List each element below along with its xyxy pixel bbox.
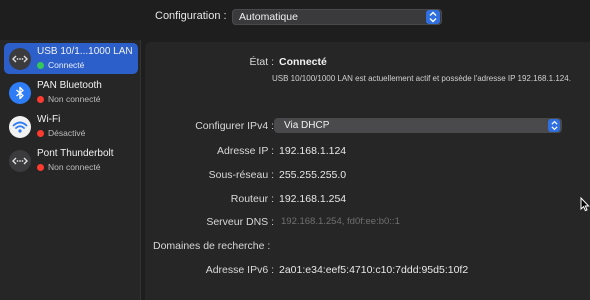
service-item-wifi[interactable]: Wi-Fi Désactivé [4,111,138,142]
subnet-mask-label: Sous-réseau : [208,169,274,181]
mouse-pointer-icon [580,197,590,212]
service-item-thunderbolt-bridge[interactable]: Pont Thunderbolt Non connecté [4,145,138,176]
configuration-value: Automatique [239,11,298,23]
service-status: Non connecté [37,162,100,172]
status-dot [37,96,44,103]
bluetooth-icon [9,82,31,104]
status-dot [37,164,44,171]
service-name: PAN Bluetooth [37,80,102,91]
status-dot [37,62,44,69]
network-service-list: USB 10/1...1000 LAN Connecté PAN Bluetoo… [0,40,141,300]
wifi-icon [9,116,31,138]
configuration-label: Configuration : [155,10,227,22]
ipv4-config-label: Configurer IPv4 : [195,120,274,132]
ethernet-icon [9,150,31,172]
service-name: Wi-Fi [37,114,61,125]
subnet-mask-value: 255.255.255.0 [279,169,347,181]
ip-address-value: 192.168.1.124 [279,145,347,157]
dns-server-label: Serveur DNS : [206,216,274,228]
configuration-select[interactable]: Automatique [232,9,442,25]
service-status: Non connecté [37,94,100,104]
ethernet-icon [9,48,31,70]
search-domains-label: Domaines de recherche : [153,240,271,252]
service-item-pan-bluetooth[interactable]: PAN Bluetooth Non connecté [4,77,138,108]
status-dot [37,130,44,137]
service-status: Désactivé [37,128,85,138]
router-value: 192.168.1.254 [279,193,347,205]
etat-label: État : [249,56,274,68]
service-name: USB 10/1...1000 LAN [37,46,133,57]
etat-description: USB 10/100/1000 LAN est actuellement act… [272,74,571,83]
router-label: Routeur : [230,193,274,205]
service-status: Connecté [37,60,84,70]
ipv4-config-value: Via DHCP [284,120,330,131]
etat-value: Connecté [279,56,327,68]
ipv4-config-select[interactable]: Via DHCP [274,118,562,133]
dns-server-value: 192.168.1.254, fd0f:ee:b0::1 [281,216,400,227]
updown-chevron-icon [426,10,440,24]
service-name: Pont Thunderbolt [37,148,114,159]
ipv6-address-value: 2a01:e34:eef5:4710:c10:7ddd:95d5:10f2 [279,264,469,276]
configuration-bar: Configuration : Automatique [0,0,590,38]
ipv6-address-label: Adresse IPv6 : [205,264,274,276]
ip-address-label: Adresse IP : [216,145,274,157]
updown-chevron-icon [548,119,560,132]
service-item-usb-lan[interactable]: USB 10/1...1000 LAN Connecté [4,43,138,74]
